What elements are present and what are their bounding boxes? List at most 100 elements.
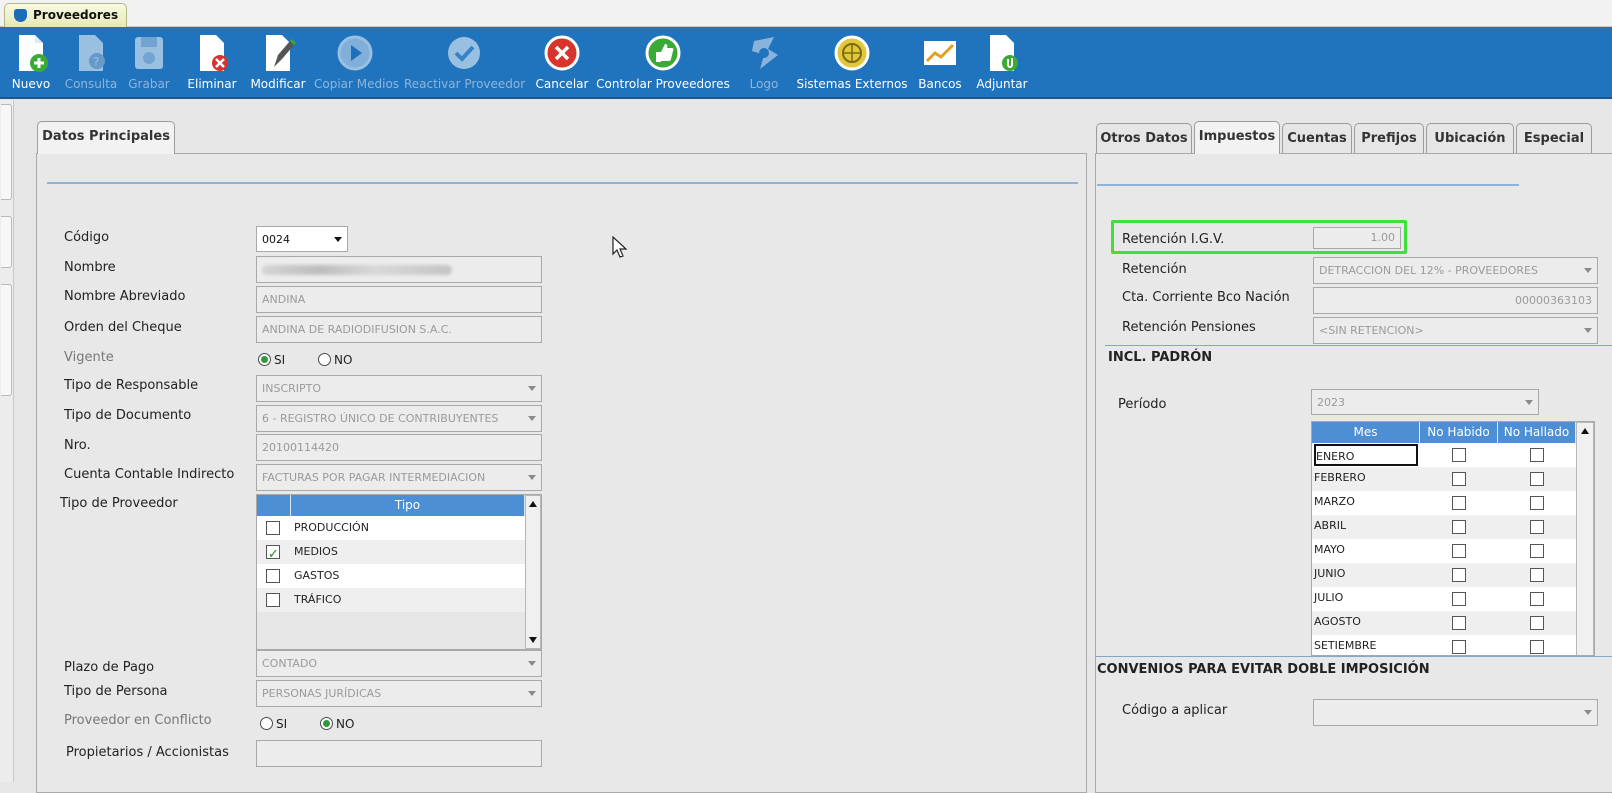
table-row[interactable]: AGOSTO [1312,611,1576,635]
table-row[interactable]: SETIEMBRE [1312,635,1576,655]
copiar-medios-button[interactable]: Copiar Medios [314,27,399,99]
propietarios-label: Propietarios / Accionistas [66,745,229,760]
no-habido-checkbox[interactable] [1452,448,1466,462]
cancel-circle-icon [544,35,580,71]
tab-especial[interactable]: Especial [1516,123,1592,154]
no-habido-checkbox[interactable] [1452,472,1466,486]
codigo-aplicar-label: Código a aplicar [1122,703,1228,718]
tab-impuestos[interactable]: Impuestos [1194,121,1280,154]
vigente-si-radio[interactable] [258,353,271,366]
sistemas-externos-button[interactable]: Sistemas Externos [796,27,908,99]
vigente-no-radio[interactable] [318,353,331,366]
controlar-proveedores-button[interactable]: Controlar Proveedores [596,27,730,99]
tab-prefijos[interactable]: Prefijos [1354,123,1424,154]
side-tab-2[interactable] [1,216,12,268]
tab-otros-datos[interactable]: Otros Datos [1096,123,1192,154]
month-name: MAYO [1314,543,1345,556]
grid-header-no-habido: No Habido [1420,422,1498,443]
tipo-proveedor-scrollbar[interactable] [525,495,541,649]
nombre-abreviado-field[interactable]: ANDINA [256,286,542,313]
title-bar [0,0,1612,27]
codigo-select[interactable]: 0024 [256,226,348,252]
plazo-pago-select[interactable]: CONTADO [256,650,542,677]
no-habido-checkbox[interactable] [1452,544,1466,558]
conflicto-si-radio[interactable] [260,717,273,730]
periodo-select[interactable]: 2023 [1311,389,1539,415]
produccion-checkbox[interactable] [266,521,280,535]
tipo-responsable-select[interactable]: INSCRIPTO [256,375,542,402]
chevron-down-icon [528,661,536,666]
no-hallado-checkbox[interactable] [1530,544,1544,558]
table-row[interactable]: MEDIOS [257,540,525,567]
no-habido-checkbox[interactable] [1452,520,1466,534]
retencion-igv-field[interactable]: 1.00 [1313,227,1401,249]
conflicto-no-radio[interactable] [320,717,333,730]
no-habido-checkbox[interactable] [1452,568,1466,582]
tipo-proveedor-label: Tipo de Proveedor [60,496,178,511]
cuenta-contable-select[interactable]: FACTURAS POR PAGAR INTERMEDIACION [256,464,542,491]
no-habido-checkbox[interactable] [1452,640,1466,654]
table-row[interactable]: TRÁFICO [257,588,525,612]
nombre-label: Nombre [64,260,116,275]
cancelar-button[interactable]: Cancelar [534,27,590,99]
table-row[interactable]: JULIO [1312,587,1576,611]
logo-icon [752,37,778,69]
month-name: FEBRERO [1314,471,1366,484]
no-habido-checkbox[interactable] [1452,496,1466,510]
medios-checkbox[interactable] [266,543,280,567]
tab-datos-principales[interactable]: Datos Principales [37,121,175,154]
orden-cheque-label: Orden del Cheque [64,320,182,335]
no-hallado-checkbox[interactable] [1530,496,1544,510]
tipo-responsable-label: Tipo de Responsable [64,378,199,393]
no-hallado-checkbox[interactable] [1530,520,1544,534]
table-row[interactable]: FEBRERO [1312,467,1576,491]
no-habido-checkbox[interactable] [1452,592,1466,606]
logo-button[interactable]: Logo [740,27,788,99]
nuevo-button[interactable]: Nuevo [8,27,54,99]
tab-ubicacion[interactable]: Ubicación [1426,123,1514,154]
no-hallado-checkbox[interactable] [1530,616,1544,630]
no-hallado-checkbox[interactable] [1530,592,1544,606]
bancos-button[interactable]: Bancos [914,27,966,99]
table-row[interactable]: PRODUCCIÓN [257,516,525,540]
tipo-documento-select[interactable]: 6 - REGISTRO ÚNICO DE CONTRIBUYENTES [256,405,542,432]
propietarios-field[interactable] [256,740,542,767]
table-row[interactable]: ABRIL [1312,515,1576,539]
tipo-persona-label: Tipo de Persona [64,684,168,699]
table-row[interactable]: GASTOS [257,564,525,588]
consulta-button[interactable]: ? Consulta [62,27,120,99]
gastos-checkbox[interactable] [266,569,280,583]
table-row[interactable]: ENERO [1312,443,1576,467]
padron-scrollbar[interactable] [1576,422,1594,655]
no-hallado-checkbox[interactable] [1530,568,1544,582]
grabar-button[interactable]: Grabar [126,27,172,99]
no-hallado-checkbox[interactable] [1530,448,1544,462]
eliminar-button[interactable]: Eliminar [186,27,238,99]
app-tab-proveedores[interactable]: Proveedores [4,3,128,27]
chevron-down-icon [1525,400,1533,405]
chevron-down-icon [528,691,536,696]
modificar-button[interactable]: Modificar [248,27,308,99]
retencion-pensiones-select[interactable]: <SIN RETENCION> [1313,317,1598,344]
no-habido-checkbox[interactable] [1452,616,1466,630]
tab-cuentas[interactable]: Cuentas [1282,123,1352,154]
tipo-persona-select[interactable]: PERSONAS JURÍDICAS [256,680,542,707]
table-row[interactable]: JUNIO [1312,563,1576,587]
svg-text:?: ? [93,55,99,69]
no-hallado-checkbox[interactable] [1530,640,1544,654]
table-row[interactable]: MARZO [1312,491,1576,515]
chevron-down-icon [1584,268,1592,273]
nombre-field[interactable] [256,256,542,283]
no-hallado-checkbox[interactable] [1530,472,1544,486]
cta-corriente-field[interactable]: 00000363103 [1313,287,1598,314]
trafico-checkbox[interactable] [266,593,280,607]
codigo-aplicar-select[interactable] [1313,699,1598,726]
side-tab-1[interactable] [1,104,12,200]
reactivar-proveedor-button[interactable]: Reactivar Proveedor [404,27,525,99]
nro-field[interactable]: 20100114420 [256,434,542,461]
table-row[interactable]: MAYO [1312,539,1576,563]
orden-cheque-field[interactable]: ANDINA DE RADIODIFUSION S.A.C. [256,316,542,343]
retencion-select[interactable]: DETRACCION DEL 12% - PROVEEDORES [1313,257,1598,284]
adjuntar-button[interactable]: Adjuntar [974,27,1030,99]
side-tab-3[interactable] [1,284,12,396]
